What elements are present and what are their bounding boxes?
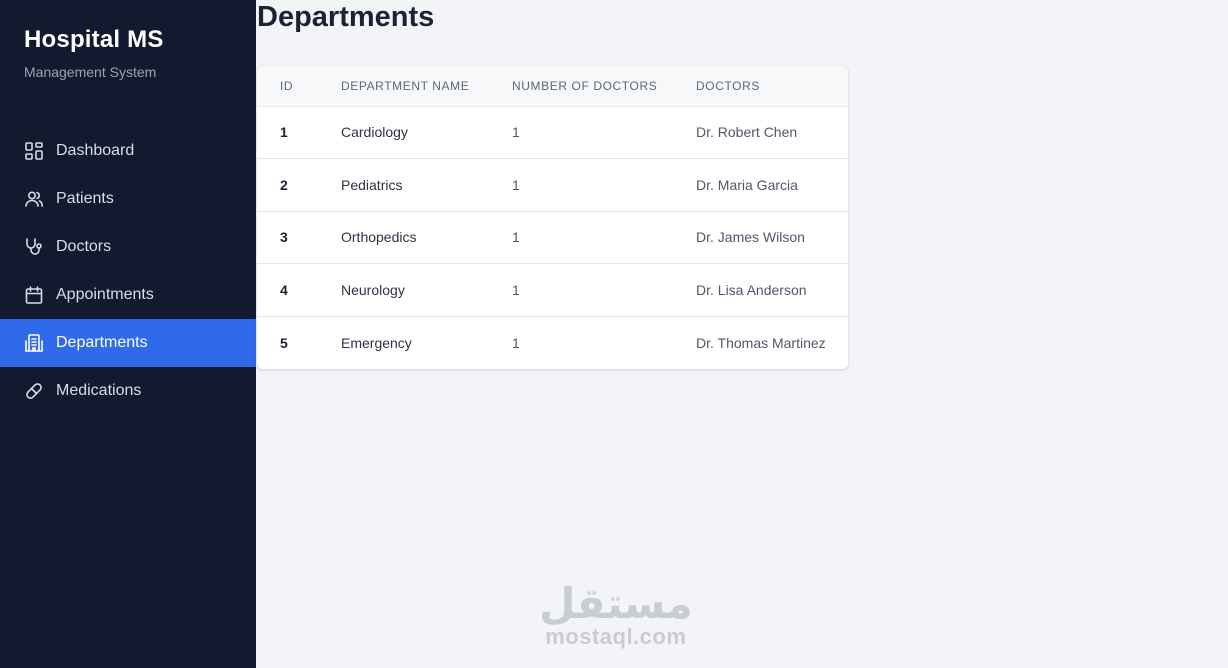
stethoscope-icon [24, 237, 44, 257]
sidebar-item-label: Dashboard [56, 142, 135, 159]
table-row[interactable]: 1 Cardiology 1 Dr. Robert Chen [257, 106, 848, 159]
column-header-doctors: DOCTORS [696, 66, 848, 107]
watermark-latin: mostaql.com [545, 624, 687, 649]
cell-number-of-doctors: 1 [512, 176, 520, 193]
sidebar-nav: Dashboard Patients Doctors Appointments … [0, 127, 256, 415]
table-row[interactable]: 4 Neurology 1 Dr. Lisa Anderson [257, 264, 848, 317]
cell-department-name: Orthopedics [341, 229, 417, 246]
cell-id: 2 [280, 176, 288, 193]
calendar-icon [24, 285, 44, 305]
main-content: Departments ID DEPARTMENT NAME NUMBER OF… [256, 0, 1228, 668]
sidebar-item-appointments[interactable]: Appointments [0, 271, 256, 319]
watermark-arabic: مستقل [539, 579, 693, 628]
column-header-department-name: DEPARTMENT NAME [341, 66, 512, 107]
cell-id: 1 [280, 124, 288, 141]
cell-doctors: Dr. Thomas Martinez [696, 334, 826, 351]
column-header-id: ID [257, 66, 341, 107]
cell-department-name: Neurology [341, 282, 405, 299]
building-icon [24, 333, 44, 353]
departments-table-card: ID DEPARTMENT NAME NUMBER OF DOCTORS DOC… [257, 66, 848, 369]
watermark-logo: مستقل mostaql.com [539, 582, 693, 650]
cell-doctors: Dr. Lisa Anderson [696, 282, 807, 299]
table-header-row: ID DEPARTMENT NAME NUMBER OF DOCTORS DOC… [257, 66, 848, 107]
cell-id: 3 [280, 229, 288, 246]
cell-department-name: Emergency [341, 334, 412, 351]
sidebar-item-patients[interactable]: Patients [0, 175, 256, 223]
cell-number-of-doctors: 1 [512, 334, 520, 351]
sidebar: Hospital MS Management System Dashboard [0, 0, 256, 668]
sidebar-item-label: Departments [56, 334, 148, 351]
cell-department-name: Pediatrics [341, 176, 403, 193]
sidebar-item-label: Doctors [56, 238, 112, 255]
cell-number-of-doctors: 1 [512, 229, 520, 246]
cell-number-of-doctors: 1 [512, 282, 520, 299]
sidebar-item-dashboard[interactable]: Dashboard [0, 127, 256, 175]
page-title: Departments [257, 1, 435, 33]
app-title: Hospital MS [24, 26, 164, 53]
pill-icon [24, 381, 44, 401]
table-row[interactable]: 3 Orthopedics 1 Dr. James Wilson [257, 211, 848, 264]
column-header-number-of-doctors: NUMBER OF DOCTORS [512, 66, 696, 107]
cell-doctors: Dr. James Wilson [696, 229, 805, 246]
brand: Hospital MS Management System [24, 26, 164, 80]
departments-table: ID DEPARTMENT NAME NUMBER OF DOCTORS DOC… [257, 66, 848, 369]
table-row[interactable]: 2 Pediatrics 1 Dr. Maria Garcia [257, 159, 848, 212]
cell-number-of-doctors: 1 [512, 124, 520, 141]
sidebar-item-doctors[interactable]: Doctors [0, 223, 256, 271]
sidebar-item-departments[interactable]: Departments [0, 319, 256, 367]
cell-department-name: Cardiology [341, 124, 408, 141]
cell-id: 4 [280, 282, 288, 299]
sidebar-item-label: Patients [56, 190, 114, 207]
cell-id: 5 [280, 334, 288, 351]
app-subtitle: Management System [24, 64, 157, 80]
dashboard-grid-icon [24, 141, 44, 161]
cell-doctors: Dr. Maria Garcia [696, 176, 798, 193]
table-row[interactable]: 5 Emergency 1 Dr. Thomas Martinez [257, 316, 848, 369]
sidebar-item-medications[interactable]: Medications [0, 367, 256, 415]
users-icon [24, 189, 44, 209]
cell-doctors: Dr. Robert Chen [696, 124, 798, 141]
sidebar-item-label: Medications [56, 382, 142, 399]
sidebar-item-label: Appointments [56, 286, 154, 303]
